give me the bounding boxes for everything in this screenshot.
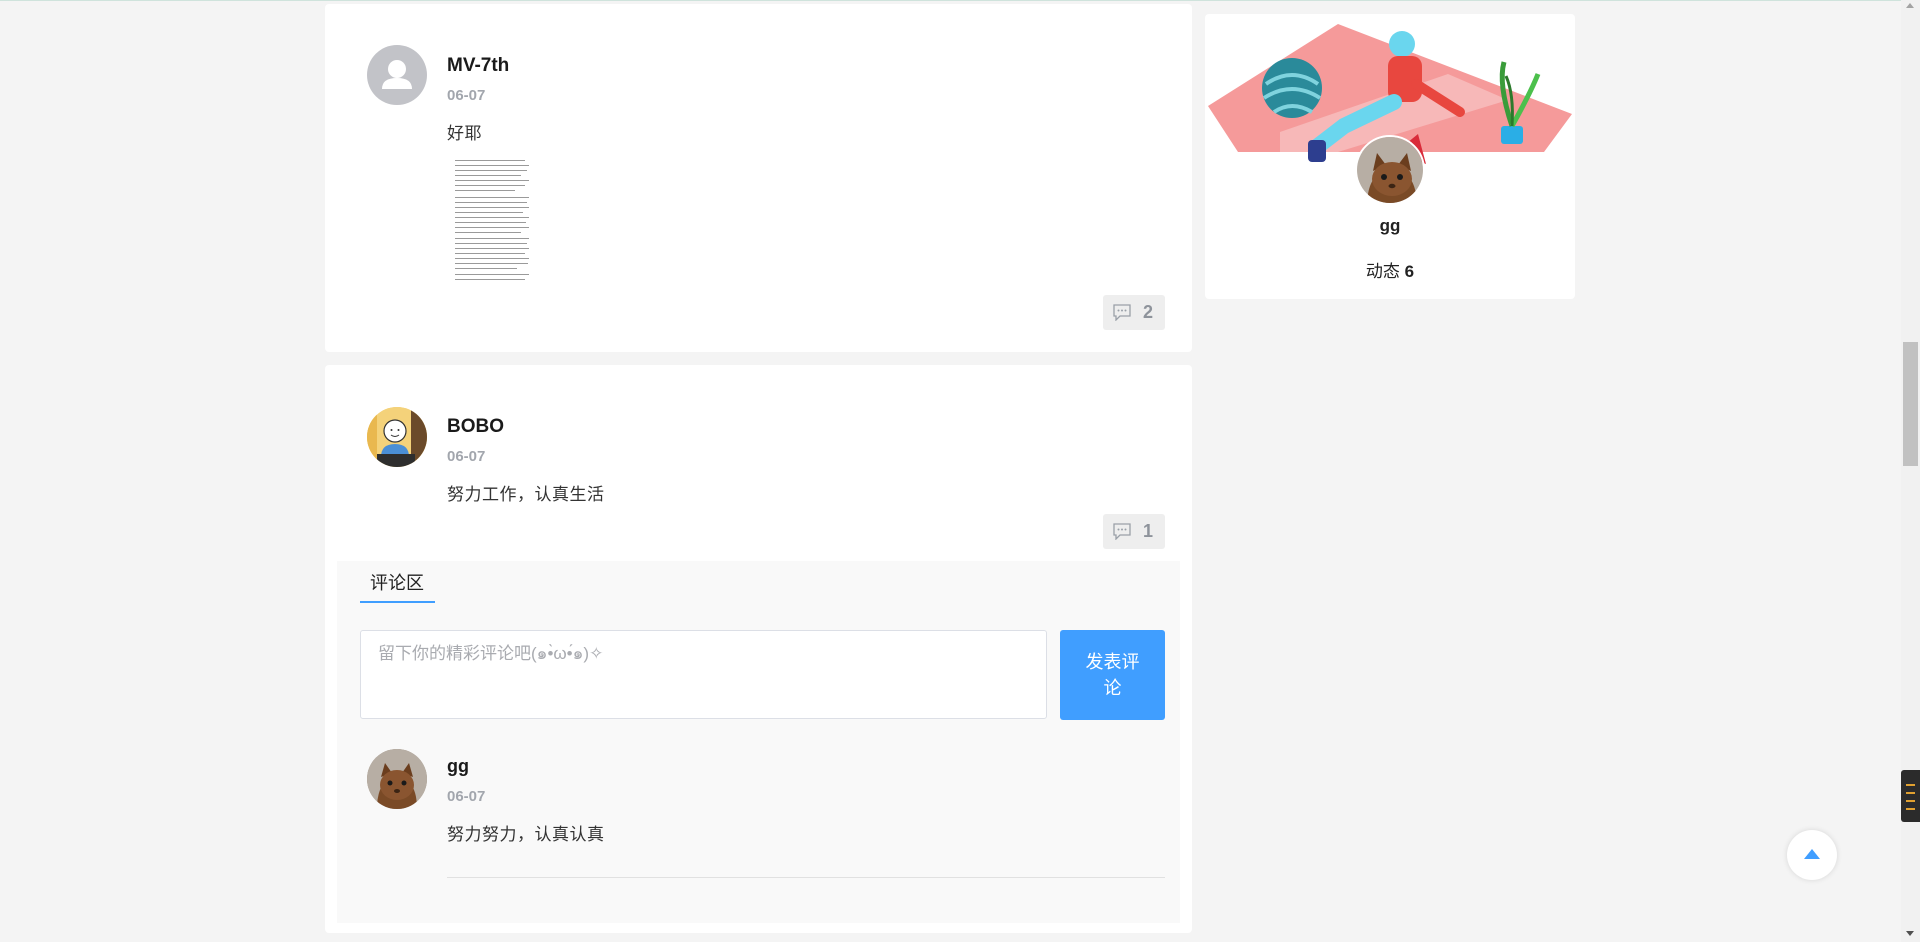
side-widget[interactable] bbox=[1901, 770, 1920, 822]
cartoon-avatar[interactable] bbox=[367, 407, 427, 467]
post-date: 06-07 bbox=[447, 87, 486, 104]
comment-section: 评论区 发表评论 gg 06-07 努力努力，认真认真 bbox=[337, 561, 1180, 923]
post-text: 努力工作，认真生活 bbox=[447, 485, 605, 504]
stat-value: 6 bbox=[1404, 262, 1415, 281]
comment-author[interactable]: gg bbox=[447, 756, 469, 777]
profile-name[interactable]: gg bbox=[1205, 216, 1575, 236]
post-image-thumbnail[interactable] bbox=[447, 152, 537, 284]
scroll-up-arrow-icon[interactable] bbox=[1906, 3, 1914, 8]
scroll-down-arrow-icon[interactable] bbox=[1906, 931, 1914, 936]
profile-post-count: 动态 6 bbox=[1205, 257, 1575, 282]
comment-count: 2 bbox=[1143, 302, 1154, 322]
caret-up-icon bbox=[1804, 849, 1820, 859]
top-border bbox=[0, 0, 1920, 1]
comment-icon bbox=[1113, 304, 1131, 321]
scrollbar-thumb[interactable] bbox=[1903, 342, 1918, 466]
comment-text: 努力努力，认真认真 bbox=[447, 825, 605, 844]
active-tab-indicator bbox=[360, 601, 435, 603]
comment-date: 06-07 bbox=[447, 788, 486, 805]
profile-card: gg 动态 6 bbox=[1205, 14, 1575, 299]
post-author[interactable]: MV-7th bbox=[447, 55, 509, 77]
post-author[interactable]: BOBO bbox=[447, 416, 504, 438]
post-date: 06-07 bbox=[447, 448, 486, 465]
post-text: 好耶 bbox=[447, 124, 482, 143]
back-to-top-button[interactable] bbox=[1787, 830, 1837, 880]
comment-divider bbox=[447, 877, 1165, 878]
post-card: BOBO 06-07 努力工作，认真生活 1 评论区 发表评论 bbox=[325, 365, 1192, 933]
stat-label: 动态 bbox=[1365, 262, 1400, 281]
commenter-avatar[interactable] bbox=[367, 749, 427, 809]
comment-input[interactable] bbox=[360, 630, 1047, 719]
comment-button[interactable]: 1 bbox=[1103, 514, 1165, 549]
tab-comments[interactable]: 评论区 bbox=[370, 569, 424, 595]
comment-icon bbox=[1113, 523, 1131, 540]
comment-count: 1 bbox=[1143, 521, 1154, 541]
comment-button[interactable]: 2 bbox=[1103, 295, 1165, 330]
submit-comment-button[interactable]: 发表评论 bbox=[1060, 630, 1165, 720]
profile-avatar[interactable] bbox=[1355, 135, 1425, 205]
default-user-icon[interactable] bbox=[367, 45, 427, 105]
post-card: MV-7th 06-07 好耶 2 bbox=[325, 4, 1192, 352]
